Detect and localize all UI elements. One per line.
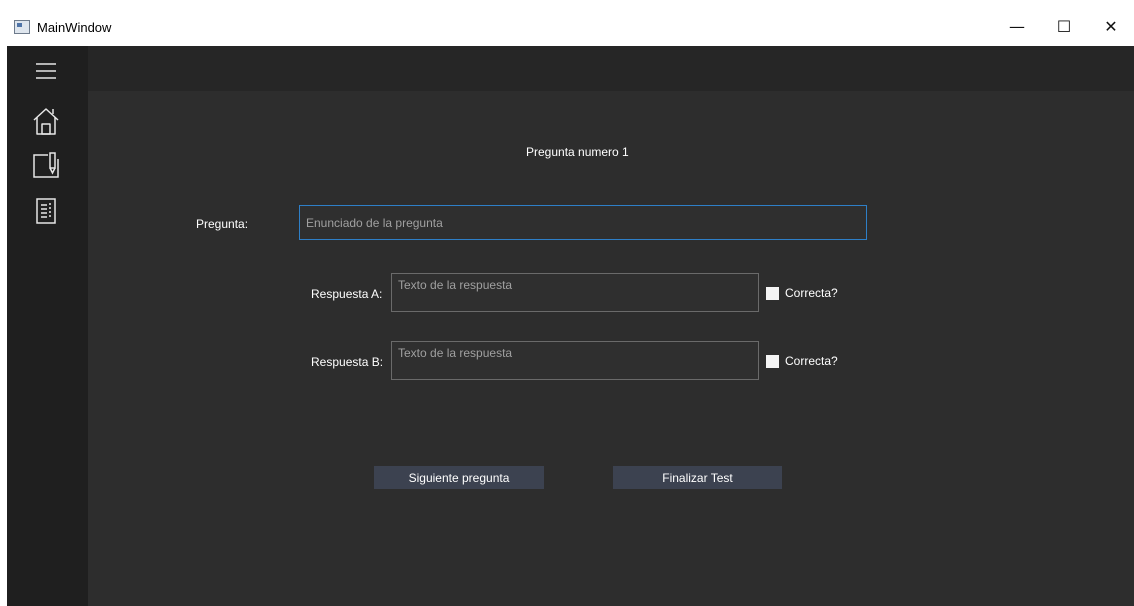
title-bar: MainWindow — ☐ ✕: [7, 8, 1134, 46]
menu-button[interactable]: [29, 54, 63, 88]
minimize-button[interactable]: —: [994, 8, 1040, 46]
next-question-button[interactable]: Siguiente pregunta: [374, 466, 544, 489]
checkbox-label: Correcta?: [785, 354, 838, 368]
finish-test-button[interactable]: Finalizar Test: [613, 466, 782, 489]
sidebar-item-list[interactable]: [29, 194, 63, 228]
menu-icon: [36, 63, 56, 79]
checkbox-label: Correcta?: [785, 286, 838, 300]
answer-b-label: Respuesta B:: [311, 355, 384, 369]
window-title: MainWindow: [37, 20, 112, 35]
close-button[interactable]: ✕: [1088, 8, 1134, 46]
main-window: MainWindow — ☐ ✕ Pregunta numero 1 Pregu…: [7, 8, 1134, 606]
sidebar-item-home[interactable]: [29, 104, 63, 138]
answer-a-label: Respuesta A:: [311, 287, 383, 301]
answer-a-input[interactable]: [391, 273, 759, 312]
app-window-icon: [14, 20, 30, 34]
top-bar: [88, 46, 1134, 91]
sidebar-item-edit[interactable]: [29, 148, 63, 182]
question-input[interactable]: [299, 205, 867, 240]
checkbox-box[interactable]: [766, 286, 779, 300]
home-icon: [33, 108, 59, 135]
sidebar: [7, 46, 88, 606]
maximize-button[interactable]: ☐: [1041, 8, 1087, 46]
answer-b-input[interactable]: [391, 341, 759, 380]
answer-a-correct-checkbox[interactable]: Correcta?: [766, 286, 838, 300]
question-label: Pregunta:: [196, 217, 249, 231]
document-list-icon: [36, 198, 56, 224]
question-number-heading: Pregunta numero 1: [526, 145, 629, 159]
checkbox-box[interactable]: [766, 354, 779, 368]
answer-b-correct-checkbox[interactable]: Correcta?: [766, 354, 838, 368]
notebook-pen-icon: [33, 152, 59, 178]
